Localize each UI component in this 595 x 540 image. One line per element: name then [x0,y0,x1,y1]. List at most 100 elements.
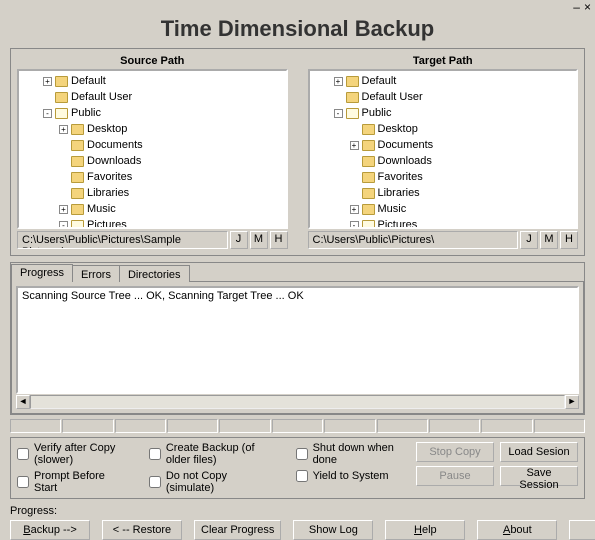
close-icon[interactable]: × [584,2,591,12]
progress-segment [377,419,428,433]
save-session-button[interactable]: Save Session [500,466,578,486]
log-hscrollbar[interactable]: ◄ ► [16,395,579,409]
folder-icon [55,108,68,119]
collapse-icon[interactable]: - [59,221,68,230]
expand-icon[interactable]: + [334,77,343,86]
backup-button[interactable]: Backup --> [10,520,90,540]
load-session-button[interactable]: Load Sesion [500,442,578,462]
option-checkbox[interactable]: Yield to System [296,470,394,482]
checkbox-input[interactable] [149,448,161,460]
collapse-icon[interactable]: - [350,221,359,230]
tree-item[interactable]: Favorites [19,169,286,185]
app-title: Time Dimensional Backup [0,14,595,48]
tree-item[interactable]: Documents [19,137,286,153]
target-j-button[interactable]: J [520,231,538,249]
tree-item[interactable]: +Default [19,73,286,89]
collapse-icon[interactable]: - [334,109,343,118]
folder-icon [55,76,68,87]
checkbox-input[interactable] [17,476,29,488]
progress-label: Progress: [10,505,585,517]
folder-icon [71,172,84,183]
source-m-button[interactable]: M [250,231,268,249]
option-checkbox[interactable]: Shut down when done [296,442,394,466]
option-checkbox[interactable]: Create Backup (of older files) [149,442,274,466]
tree-item[interactable]: Libraries [19,185,286,201]
checkbox-input[interactable] [296,448,308,460]
tree-item[interactable]: -Public [310,105,577,121]
tree-item[interactable]: Favorites [310,169,577,185]
source-tree[interactable]: +DefaultDefault User-Public+DesktopDocum… [17,69,288,229]
option-checkbox[interactable]: Do not Copy (simulate) [149,470,274,494]
progress-segment [272,419,323,433]
source-path-text: C:\Users\Public\Pictures\Sample Pictures… [17,231,228,249]
tree-item[interactable]: Libraries [310,185,577,201]
tree-item[interactable]: - Pictures [310,217,577,229]
folder-icon [71,204,84,215]
pause-button[interactable]: Pause [416,466,494,486]
progress-segment [167,419,218,433]
folder-icon [55,92,68,103]
checkbox-label: Shut down when done [313,442,394,466]
tab-directories[interactable]: Directories [119,265,190,282]
restore-button[interactable]: < -- Restore [102,520,182,540]
folder-icon [71,140,84,151]
folder-icon [362,220,375,230]
checkbox-input[interactable] [17,448,29,460]
source-j-button[interactable]: J [230,231,248,249]
help-button[interactable]: Help [385,520,465,540]
tree-spacer [59,157,68,166]
progress-segment [534,419,585,433]
checkbox-label: Verify after Copy (slower) [34,442,127,466]
tab-errors[interactable]: Errors [72,265,120,282]
option-checkbox[interactable]: Verify after Copy (slower) [17,442,127,466]
tree-item[interactable]: Default User [310,89,577,105]
progress-segment [481,419,532,433]
tree-item[interactable]: +Music [310,201,577,217]
exit-button[interactable]: Exit [569,520,595,540]
scroll-left-icon[interactable]: ◄ [16,395,30,409]
tree-label: Pictures [87,219,127,229]
stop-copy-button[interactable]: Stop Copy [416,442,494,462]
tree-item[interactable]: Default User [19,89,286,105]
clear-progress-button[interactable]: Clear Progress [194,520,281,540]
tree-item[interactable]: Downloads [310,153,577,169]
option-checkbox[interactable]: Prompt Before Start [17,470,127,494]
about-button[interactable]: About [477,520,557,540]
show-log-button[interactable]: Show Log [293,520,373,540]
tree-label: Default [362,75,397,87]
tree-item[interactable]: - Pictures [19,217,286,229]
collapse-icon[interactable]: - [43,109,52,118]
tree-item[interactable]: +Documents [310,137,577,153]
tab-progress[interactable]: Progress [11,264,73,282]
target-path-text: C:\Users\Public\Pictures\ [308,231,519,249]
checkbox-input[interactable] [296,470,308,482]
expand-icon[interactable]: + [59,125,68,134]
scroll-track[interactable] [30,395,565,409]
tree-item[interactable]: -Public [19,105,286,121]
expand-icon[interactable]: + [350,205,359,214]
expand-icon[interactable]: + [350,141,359,150]
expand-icon[interactable]: + [59,205,68,214]
tree-label: Favorites [87,171,132,183]
tree-item[interactable]: Desktop [310,121,577,137]
source-panel: Source Path +DefaultDefault User-Public+… [17,55,288,249]
progress-log: Scanning Source Tree ... OK, Scanning Ta… [16,286,579,394]
tree-item[interactable]: +Desktop [19,121,286,137]
scroll-right-icon[interactable]: ► [565,395,579,409]
progress-segment [219,419,270,433]
tree-label: Favorites [378,171,423,183]
minimize-icon[interactable]: – [573,2,580,12]
target-m-button[interactable]: M [540,231,558,249]
source-h-button[interactable]: H [270,231,288,249]
tree-item[interactable]: +Music [19,201,286,217]
checkbox-input[interactable] [149,476,161,488]
tree-spacer [350,125,359,134]
target-tree[interactable]: + Default Default User-PublicDesktop+Docum… [308,69,579,229]
progress-segments [10,419,585,433]
tree-label: Pictures [378,219,418,229]
folder-icon [362,188,375,199]
expand-icon[interactable]: + [43,77,52,86]
tree-item[interactable]: Downloads [19,153,286,169]
tree-item[interactable]: + Default [310,73,577,89]
target-h-button[interactable]: H [560,231,578,249]
